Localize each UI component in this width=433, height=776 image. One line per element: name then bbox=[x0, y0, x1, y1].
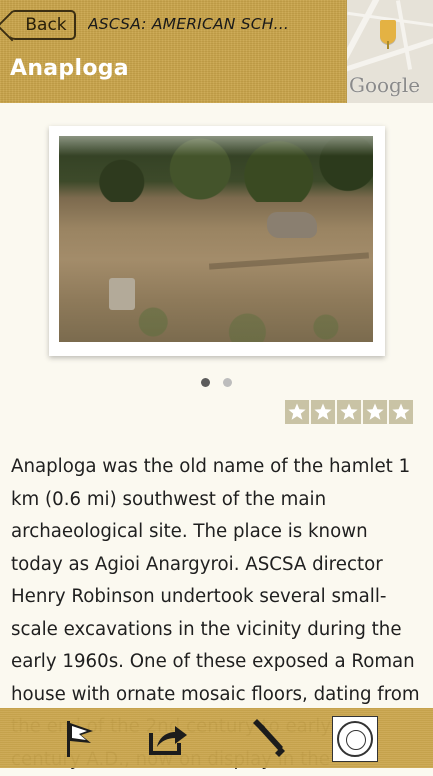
tools-button[interactable] bbox=[242, 714, 290, 762]
seal-icon bbox=[337, 721, 373, 757]
star-icon[interactable] bbox=[285, 400, 309, 424]
pager-dot-1[interactable] bbox=[201, 378, 210, 387]
header-bar: Back ASCSA: AMERICAN SCH... Anaploga Goo… bbox=[0, 0, 433, 103]
pager-dot-2[interactable] bbox=[223, 378, 232, 387]
map-pin-icon bbox=[380, 20, 396, 49]
back-button[interactable]: Back bbox=[10, 10, 76, 40]
star-rating[interactable] bbox=[285, 400, 413, 424]
star-icon[interactable] bbox=[389, 400, 413, 424]
star-icon[interactable] bbox=[363, 400, 387, 424]
star-icon[interactable] bbox=[311, 400, 335, 424]
share-icon bbox=[149, 726, 187, 755]
place-name: Anaploga bbox=[10, 56, 129, 81]
wrench-icon bbox=[253, 719, 285, 757]
share-button[interactable] bbox=[144, 714, 192, 762]
photo-pager[interactable] bbox=[0, 378, 433, 387]
header-title: ASCSA: AMERICAN SCH... bbox=[88, 15, 289, 33]
institution-seal[interactable] bbox=[332, 716, 378, 762]
star-icon[interactable] bbox=[337, 400, 361, 424]
google-logo: Google bbox=[349, 73, 421, 97]
site-photo-frame[interactable] bbox=[49, 126, 385, 356]
bottom-toolbar bbox=[0, 708, 433, 768]
flag-icon bbox=[67, 721, 93, 757]
flag-button[interactable] bbox=[56, 714, 104, 762]
back-button-label: Back bbox=[25, 15, 67, 35]
site-photo bbox=[59, 136, 373, 342]
map-thumbnail[interactable]: Google bbox=[346, 0, 433, 103]
